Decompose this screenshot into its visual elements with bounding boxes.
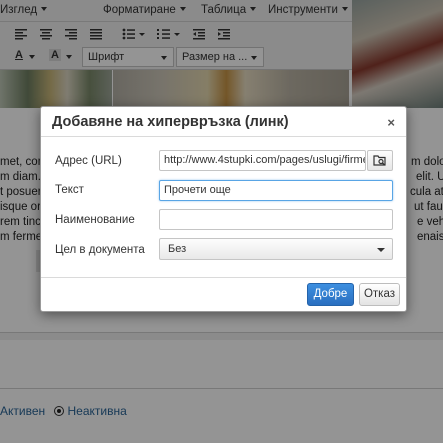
close-button[interactable]: × — [387, 115, 395, 130]
title-label: Наименование — [55, 214, 135, 226]
browse-button[interactable] — [367, 150, 393, 171]
target-select-value: Без — [168, 243, 187, 255]
text-input[interactable]: Прочети още — [159, 180, 393, 201]
insert-link-dialog: Добавяне на хипервръзка (линк) × Адрес (… — [40, 106, 407, 312]
browse-icon — [373, 155, 386, 166]
title-input[interactable] — [159, 209, 393, 230]
url-label: Адрес (URL) — [55, 155, 122, 167]
cancel-button[interactable]: Отказ — [359, 283, 400, 306]
chevron-down-icon — [377, 248, 385, 252]
target-select[interactable]: Без — [159, 238, 393, 260]
text-label: Текст — [55, 184, 84, 196]
dialog-title: Добавяне на хипервръзка (линк) — [52, 114, 289, 130]
ok-button[interactable]: Добре — [307, 283, 354, 306]
url-input[interactable]: http://www.4stupki.com/pages/uslugi/firm… — [159, 150, 366, 171]
dialog-header: Добавяне на хипервръзка (линк) × — [41, 107, 406, 137]
target-label: Цел в документа — [55, 244, 145, 256]
